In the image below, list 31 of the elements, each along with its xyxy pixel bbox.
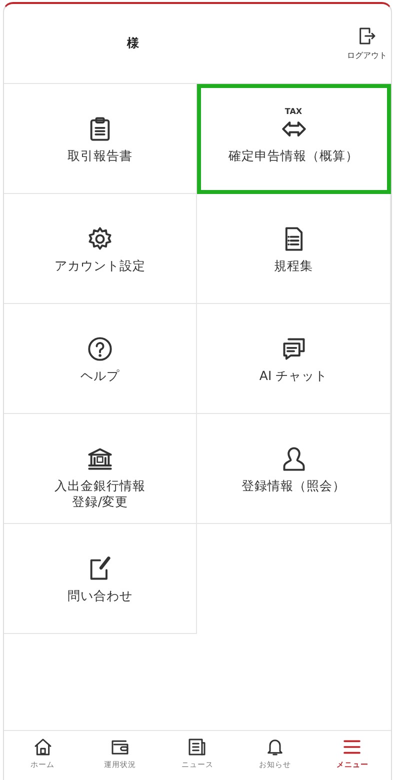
home-icon xyxy=(32,737,53,757)
menu-tile[interactable]: TAX 確定申告情報（概算） xyxy=(197,84,391,194)
newspaper-icon xyxy=(187,737,208,757)
menu-label: 取引報告書 xyxy=(68,148,132,164)
logout-button[interactable]: ログアウト xyxy=(347,26,387,61)
menu-label: 確定申告情報（概算） xyxy=(228,148,358,164)
menu-tile[interactable]: アカウント設定 xyxy=(4,194,197,304)
menu-tile[interactable]: 規程集 xyxy=(197,194,391,304)
settings-icon xyxy=(87,226,113,252)
menu-tile[interactable]: ヘルプ xyxy=(4,304,197,414)
user-name: 様 xyxy=(126,35,140,52)
menu-tile[interactable]: 取引報告書 xyxy=(4,84,197,194)
menu-tile[interactable]: AI チャット xyxy=(197,304,391,414)
person-icon xyxy=(280,446,306,472)
menu-tile[interactable]: 入出金銀行情報 登録/変更 xyxy=(4,414,197,524)
menu-label: 登録/変更 xyxy=(72,494,128,510)
menu-tile[interactable]: 問い合わせ xyxy=(4,524,197,634)
bell-icon xyxy=(264,737,285,757)
menu-label: アカウント設定 xyxy=(54,258,146,274)
bank-icon xyxy=(87,446,113,472)
menu-label: AI チャット xyxy=(259,368,328,384)
menu-label: ヘルプ xyxy=(80,368,120,384)
logout-icon xyxy=(357,26,377,46)
menu-tile[interactable]: 登録情報（照会） xyxy=(197,414,391,524)
menu-label: 問い合わせ xyxy=(68,588,132,604)
menu-label: 入出金銀行情報 xyxy=(54,478,146,494)
menu-label: 登録情報（照会） xyxy=(242,478,346,494)
help-icon xyxy=(87,336,113,362)
chat-icon xyxy=(280,336,306,362)
menu-label: 規程集 xyxy=(274,258,313,274)
tax-label: TAX xyxy=(284,108,302,116)
